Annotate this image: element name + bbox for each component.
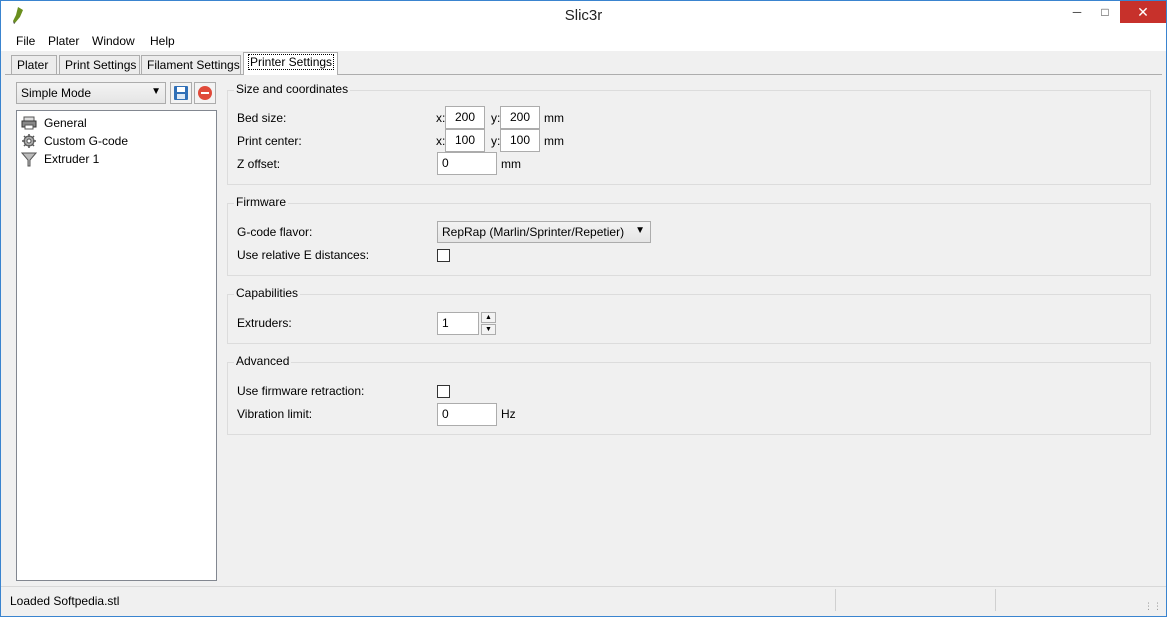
delete-icon	[198, 86, 212, 100]
chevron-down-icon: ▼	[151, 86, 161, 97]
gcode-flavor-label: G-code flavor:	[237, 225, 313, 239]
window-title: Slic3r	[564, 7, 603, 24]
status-bar: Loaded Softpedia.stl ⋮⋮	[1, 586, 1166, 616]
relative-e-label: Use relative E distances:	[237, 248, 370, 262]
spin-down-icon[interactable]: ▼	[481, 324, 496, 335]
save-icon	[174, 86, 188, 100]
z-offset-label: Z offset:	[237, 157, 281, 171]
group-title: Firmware	[234, 195, 288, 209]
firmware-retraction-label: Use firmware retraction:	[237, 384, 365, 398]
unit-hz: Hz	[501, 407, 516, 421]
tree-item-general[interactable]: General	[21, 114, 89, 131]
unit-mm: mm	[544, 111, 564, 125]
vibration-limit-label: Vibration limit:	[237, 407, 313, 421]
menu-plater[interactable]: Plater	[48, 34, 79, 48]
minimize-button[interactable]: ─	[1063, 1, 1091, 23]
tree-item-label: Custom G-code	[44, 133, 129, 148]
print-center-x-input[interactable]: 100	[445, 129, 485, 152]
settings-tree: General Custom G-code Extruder 1	[16, 110, 217, 581]
close-button[interactable]: ✕	[1120, 1, 1166, 23]
menu-bar: File Plater Window Help	[1, 31, 1166, 51]
extruders-label: Extruders:	[237, 316, 292, 330]
extruders-spinner[interactable]: ▲ ▼	[481, 312, 496, 335]
tab-print-settings[interactable]: Print Settings	[59, 55, 140, 75]
delete-preset-button[interactable]	[194, 82, 216, 104]
tab-printer-settings[interactable]: Printer Settings	[243, 52, 338, 75]
tree-item-custom-gcode[interactable]: Custom G-code	[21, 132, 130, 149]
app-window: Slic3r ─ □ ✕ File Plater Window Help Pla…	[0, 0, 1167, 617]
resize-grip-icon[interactable]: ⋮⋮	[1144, 601, 1162, 612]
bed-size-x-input[interactable]: 200	[445, 106, 485, 129]
firmware-group: Firmware	[227, 195, 1151, 276]
axis-y-label: y:	[491, 134, 501, 148]
axis-y-label: y:	[491, 111, 501, 125]
menu-window[interactable]: Window	[92, 34, 135, 48]
funnel-icon	[21, 151, 37, 167]
advanced-group: Advanced	[227, 354, 1151, 435]
status-divider	[835, 589, 836, 611]
mode-select[interactable]: Simple Mode ▼	[16, 82, 166, 104]
gear-icon	[21, 133, 37, 149]
unit-mm: mm	[501, 157, 521, 171]
spin-up-icon[interactable]: ▲	[481, 312, 496, 323]
status-text: Loaded Softpedia.stl	[10, 594, 120, 608]
extruders-input[interactable]: 1	[437, 312, 479, 335]
group-title: Capabilities	[234, 286, 301, 300]
vibration-limit-input[interactable]: 0	[437, 403, 497, 426]
bed-size-label: Bed size:	[237, 111, 287, 125]
chevron-down-icon: ▼	[635, 225, 645, 236]
axis-x-label: x:	[436, 111, 446, 125]
size-coordinates-group: Size and coordinates	[227, 82, 1151, 185]
menu-file[interactable]: File	[16, 34, 35, 48]
print-center-label: Print center:	[237, 134, 302, 148]
tree-item-label: General	[42, 115, 89, 130]
gcode-flavor-select[interactable]: RepRap (Marlin/Sprinter/Repetier) ▼	[437, 221, 651, 243]
firmware-retraction-checkbox[interactable]	[437, 385, 450, 398]
bed-size-y-input[interactable]: 200	[500, 106, 540, 129]
save-preset-button[interactable]	[170, 82, 192, 104]
tree-item-label: Extruder 1	[44, 151, 100, 166]
relative-e-checkbox[interactable]	[437, 249, 450, 262]
print-center-y-input[interactable]: 100	[500, 129, 540, 152]
tree-item-extruder-1[interactable]: Extruder 1	[21, 150, 101, 167]
title-bar: Slic3r ─ □ ✕	[1, 1, 1166, 31]
unit-mm: mm	[544, 134, 564, 148]
status-divider	[995, 589, 996, 611]
tab-filament-settings[interactable]: Filament Settings	[141, 55, 241, 75]
tab-plater[interactable]: Plater	[11, 55, 57, 75]
group-title: Size and coordinates	[234, 82, 351, 96]
axis-x-label: x:	[436, 134, 446, 148]
printer-settings-panel: Simple Mode ▼ General Custom G-code Extr…	[5, 74, 1162, 584]
tab-bar: Plater Print Settings Filament Settings …	[1, 51, 1166, 75]
menu-help[interactable]: Help	[150, 34, 175, 48]
z-offset-input[interactable]: 0	[437, 152, 497, 175]
group-title: Advanced	[234, 354, 292, 368]
maximize-button[interactable]: □	[1091, 1, 1119, 23]
printer-icon	[21, 115, 37, 131]
capabilities-group: Capabilities	[227, 286, 1151, 344]
